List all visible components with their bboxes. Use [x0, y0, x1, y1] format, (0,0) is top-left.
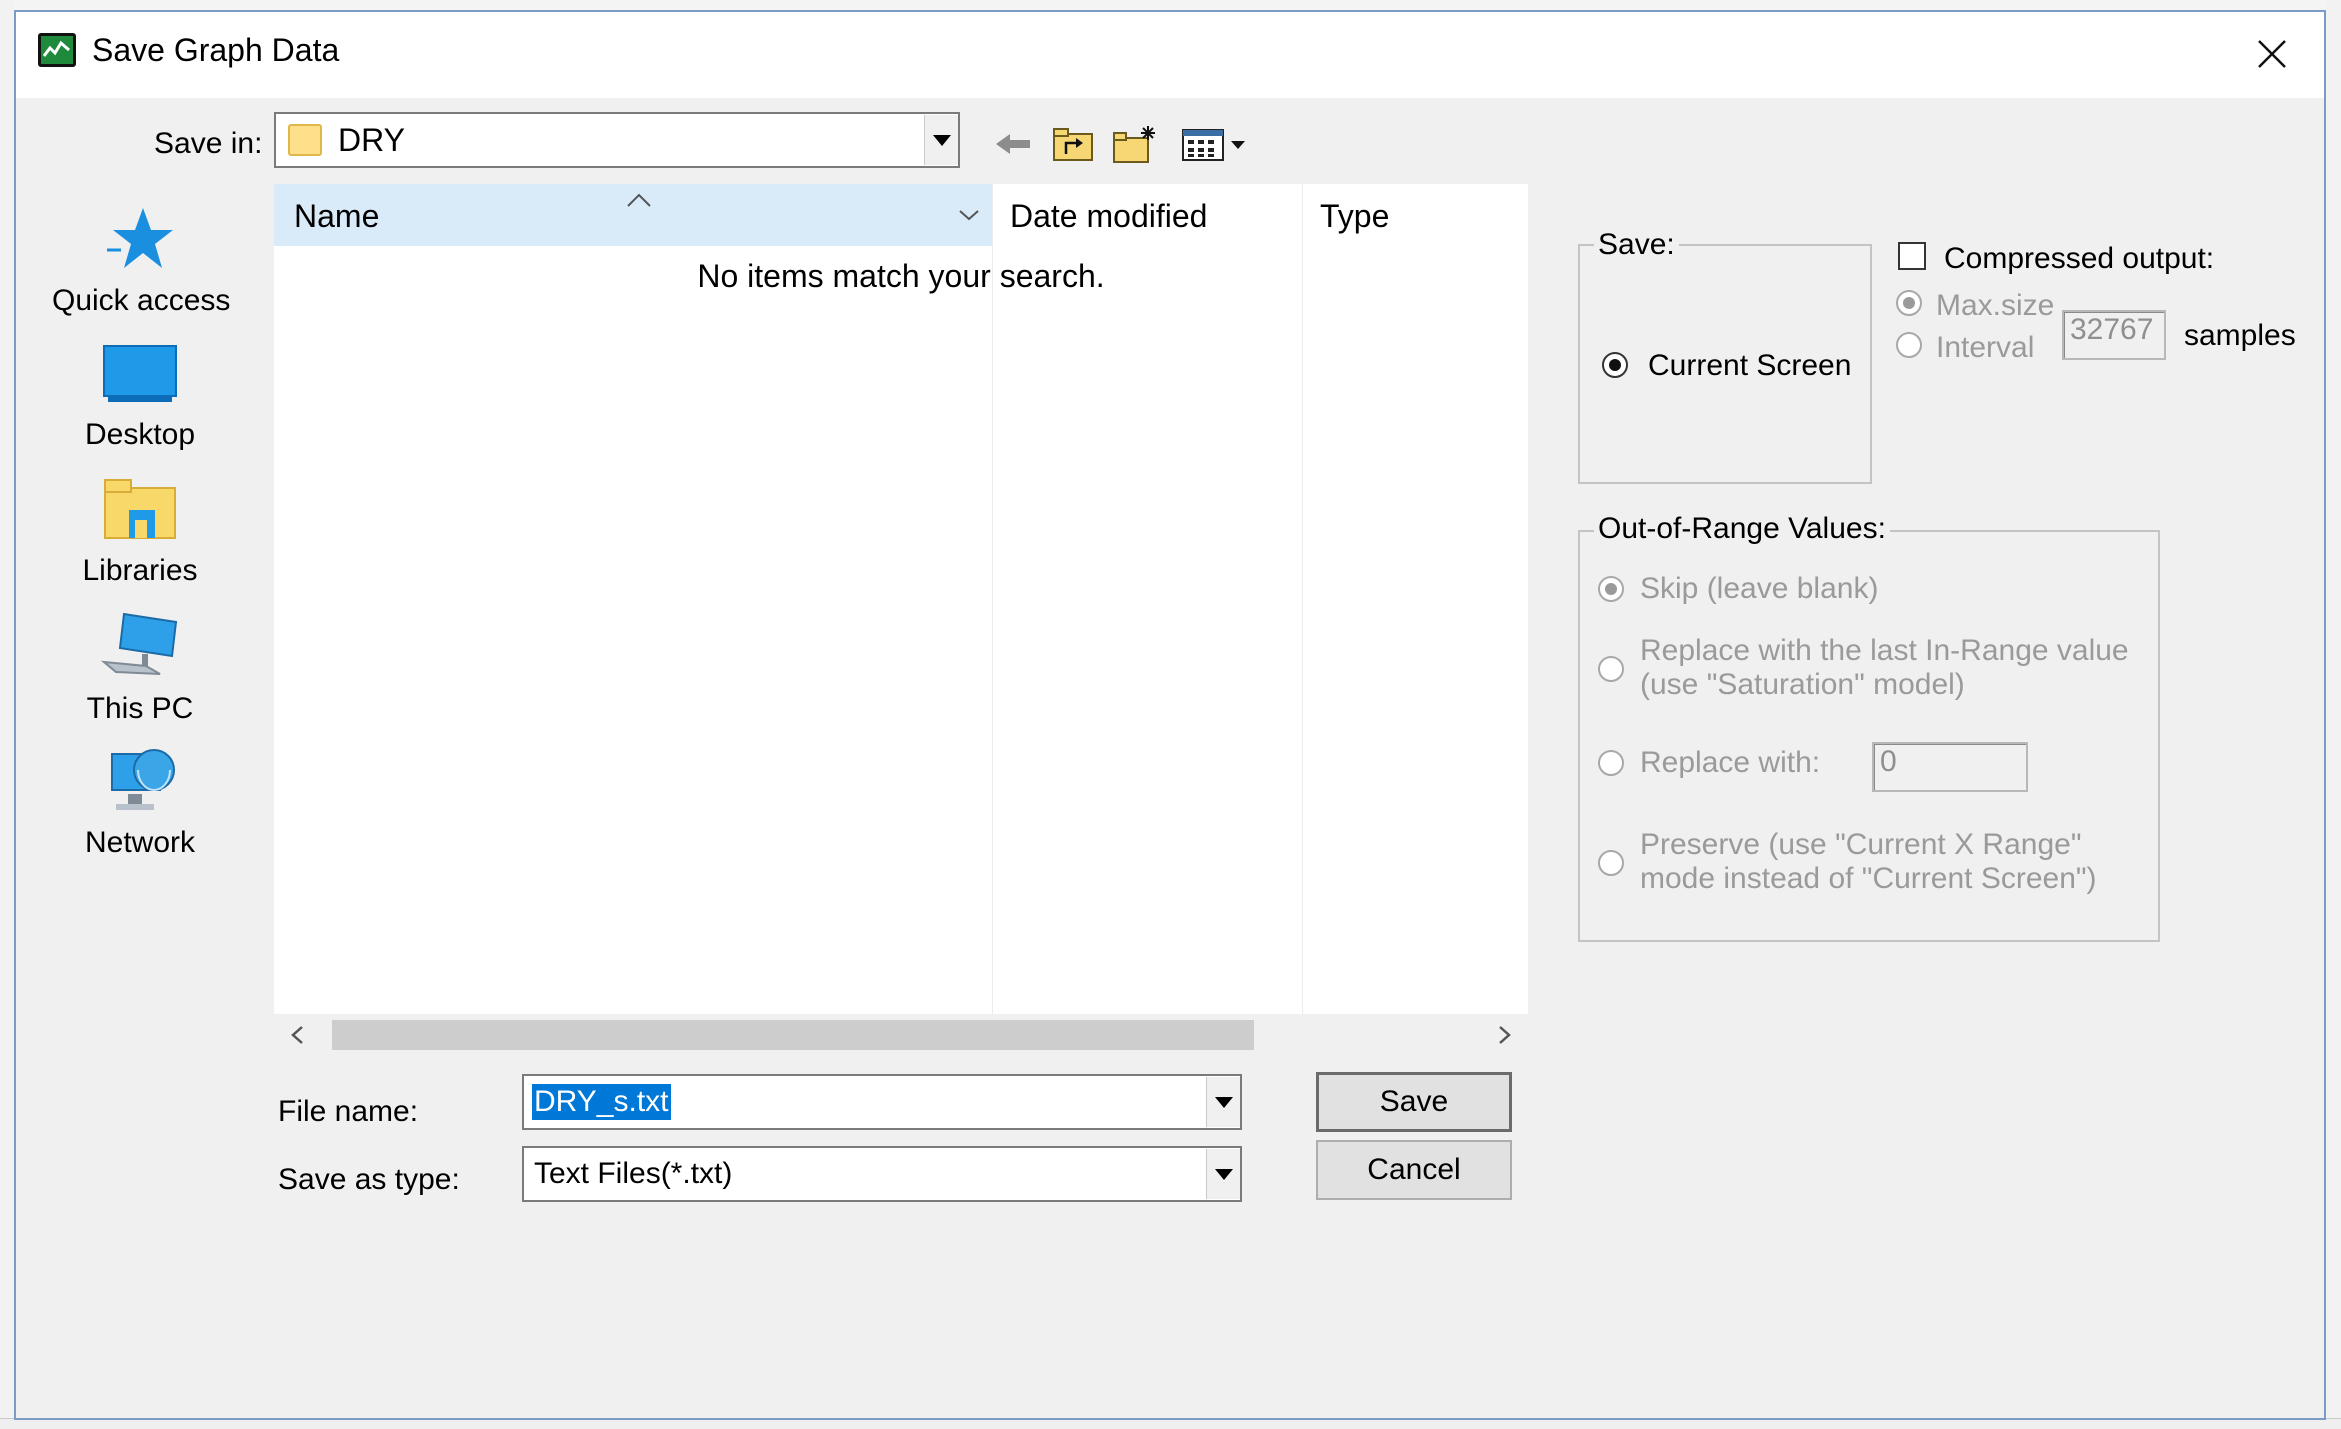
up-one-level-button[interactable]: [1050, 124, 1096, 164]
back-button[interactable]: [990, 124, 1036, 164]
preserve-radio[interactable]: [1598, 850, 1624, 876]
chevron-left-icon: [291, 1026, 303, 1044]
dialog-title: Save Graph Data: [92, 32, 340, 68]
graph-app-icon: [38, 33, 76, 67]
file-name-label: File name:: [278, 1095, 419, 1128]
scroll-right-button[interactable]: [1488, 1018, 1522, 1052]
save-as-type-label: Save as type:: [278, 1163, 460, 1196]
compressed-output-label[interactable]: Compressed output:: [1944, 241, 2214, 277]
empty-list-message: No items match your search.: [697, 258, 1105, 294]
max-size-radio[interactable]: [1896, 290, 1922, 316]
place-quick-access[interactable]: Quick access: [52, 206, 231, 319]
computer-icon: [100, 612, 178, 675]
new-folder-button[interactable]: [1112, 124, 1158, 164]
file-list[interactable]: Name Date modified Type No items match y…: [274, 184, 1528, 1014]
replace-with-input[interactable]: 0: [1872, 742, 2028, 792]
star-icon: [107, 208, 173, 268]
save-groupbox: Current Screen: [1578, 244, 1872, 484]
close-icon: [2258, 40, 2286, 68]
out-of-range-groupbox: Skip (leave blank) Replace with the last…: [1578, 530, 2160, 942]
place-libraries[interactable]: Libraries: [52, 476, 228, 589]
column-header-type[interactable]: Type: [1320, 198, 1389, 234]
skip-radio[interactable]: [1598, 576, 1624, 602]
title-bar[interactable]: Save Graph Data: [16, 12, 2324, 98]
column-separator[interactable]: [992, 184, 993, 1014]
save-as-type-value: Text Files(*.txt): [534, 1157, 733, 1190]
horizontal-scrollbar[interactable]: [274, 1014, 1528, 1056]
interval-radio[interactable]: [1896, 332, 1922, 358]
replace-last-label-line1[interactable]: Replace with the last In-Range value: [1640, 634, 2129, 668]
interval-label[interactable]: Interval: [1936, 330, 2034, 366]
place-label: Desktop: [84, 418, 196, 451]
background-window-edge-right: [2326, 0, 2341, 1429]
file-name-dropdown-button[interactable]: [1206, 1077, 1240, 1127]
close-button[interactable]: [2248, 30, 2296, 78]
place-network[interactable]: Network: [52, 744, 228, 861]
place-this-pc[interactable]: This PC: [52, 610, 228, 727]
preserve-label-line2[interactable]: mode instead of "Current Screen"): [1640, 862, 2097, 896]
save-in-combo[interactable]: DRY: [274, 112, 960, 168]
column-filter-dropdown[interactable]: [954, 200, 984, 230]
folder-icon: [288, 124, 322, 156]
replace-last-radio[interactable]: [1598, 656, 1624, 682]
view-menu-button[interactable]: [1180, 124, 1252, 164]
preserve-label-line1[interactable]: Preserve (use "Current X Range": [1640, 828, 2082, 862]
out-of-range-group-title: Out-of-Range Values:: [1594, 512, 1890, 546]
view-menu-icon: [1182, 129, 1245, 161]
new-folder-icon: [1113, 126, 1155, 163]
background-window-edge-left: [0, 0, 14, 1429]
compressed-output-checkbox[interactable]: [1898, 242, 1926, 270]
save-group-title: Save:: [1594, 228, 1679, 262]
network-icon: [111, 749, 175, 810]
save-in-label: Save in:: [154, 127, 263, 160]
current-screen-label[interactable]: Current Screen: [1648, 348, 1851, 384]
libraries-icon: [104, 479, 176, 539]
place-label: This PC: [86, 692, 194, 725]
cancel-button[interactable]: Cancel: [1316, 1140, 1512, 1200]
save-button[interactable]: Save: [1316, 1072, 1512, 1132]
desktop-icon: [103, 345, 177, 402]
place-label: Quick access: [52, 284, 231, 317]
save-as-type-select[interactable]: Text Files(*.txt): [522, 1146, 1242, 1202]
file-name-field[interactable]: DRY_s.txt: [522, 1074, 1242, 1130]
current-screen-radio[interactable]: [1602, 352, 1628, 378]
save-as-type-dropdown-button[interactable]: [1206, 1149, 1240, 1199]
column-header-date-modified[interactable]: Date modified: [1010, 198, 1207, 234]
replace-with-label[interactable]: Replace with:: [1640, 746, 1820, 780]
samples-input[interactable]: 32767: [2062, 310, 2166, 360]
chevron-down-icon: [1214, 1168, 1233, 1180]
sort-ascending-icon: [626, 188, 652, 214]
place-desktop[interactable]: Desktop: [52, 344, 228, 453]
back-arrow-icon: [996, 134, 1030, 154]
skip-label[interactable]: Skip (leave blank): [1640, 572, 1878, 606]
chevron-down-icon: [959, 210, 979, 221]
samples-label: samples: [2184, 319, 2296, 352]
scroll-left-button[interactable]: [280, 1018, 314, 1052]
radio-selected-dot: [1903, 297, 1915, 309]
save-in-value: DRY: [338, 122, 405, 158]
scrollbar-thumb[interactable]: [332, 1020, 1254, 1050]
chevron-down-icon: [1214, 1096, 1233, 1108]
column-separator[interactable]: [1302, 184, 1303, 1014]
column-name-label: Name: [294, 198, 380, 234]
radio-selected-dot: [1605, 583, 1617, 595]
save-graph-data-dialog: Save Graph Data Save in: DRY Quick acces…: [14, 10, 2326, 1420]
save-in-dropdown-button[interactable]: [924, 115, 958, 165]
up-folder-icon: [1053, 128, 1093, 161]
radio-selected-dot: [1609, 359, 1621, 371]
file-name-value: DRY_s.txt: [532, 1084, 671, 1120]
place-label: Network: [84, 826, 196, 859]
max-size-label[interactable]: Max.size: [1936, 288, 2054, 324]
replace-last-label-line2[interactable]: (use "Saturation" model): [1640, 668, 1965, 702]
chevron-down-icon: [932, 134, 951, 146]
place-label: Libraries: [82, 554, 198, 587]
column-header-name[interactable]: Name: [274, 184, 992, 246]
replace-with-radio[interactable]: [1598, 750, 1624, 776]
chevron-right-icon: [1499, 1026, 1511, 1044]
